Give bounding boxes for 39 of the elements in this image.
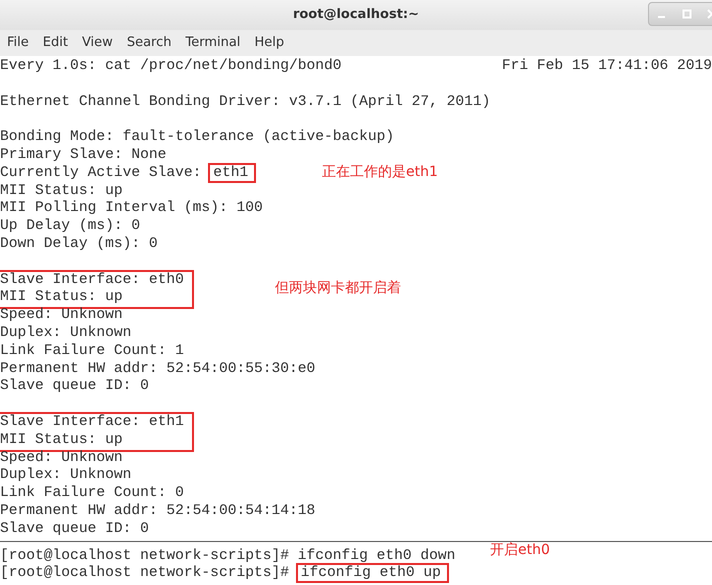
terminal-line: MII Status: up xyxy=(0,289,123,306)
terminal-line: [root@localhost network-scripts]# xyxy=(0,565,290,582)
menu-item[interactable]: Edit xyxy=(36,30,75,56)
annotation-note: 开启eth0 xyxy=(490,542,550,560)
highlighted-text: eth1 xyxy=(210,164,254,181)
terminal-line: Duplex: Unknown xyxy=(0,467,132,484)
terminal-line: MII Status: up xyxy=(0,432,123,448)
maximize-icon[interactable] xyxy=(682,9,692,19)
terminal-line: Down Delay (ms): 0 xyxy=(0,236,158,252)
terminal-line: Slave queue ID: 0 xyxy=(0,520,149,537)
terminal-line: Ethernet Channel Bonding Driver: v3.7.1 (April 27, 2011) xyxy=(0,94,490,110)
terminal-line: Currently Active Slave: xyxy=(0,164,202,181)
terminal-line: MII Polling Interval (ms): 100 xyxy=(0,200,263,216)
terminal-line: Slave Interface: eth1 xyxy=(0,414,184,430)
terminal-line: Every 1.0s: cat /proc/net/bonding/bond0 xyxy=(0,58,342,76)
terminal-line: Speed: Unknown xyxy=(0,450,123,466)
terminal-line: Slave queue ID: 0 xyxy=(0,378,149,394)
terminal-line: Duplex: Unknown xyxy=(0,324,132,341)
terminal-line: Link Failure Count: 0 xyxy=(0,485,184,502)
terminal-line: Bonding Mode: fault-tolerance (active-backup) xyxy=(0,129,394,146)
terminal-line: [root@localhost network-scripts]# ifconfig eth0 down xyxy=(0,548,456,564)
menu-item[interactable]: Terminal xyxy=(178,30,248,56)
terminal-line: Slave Interface: eth0 xyxy=(0,272,184,288)
terminal-line: Primary Slave: None xyxy=(0,146,166,163)
annotation-note: 但两块网卡都开启着 xyxy=(275,280,401,298)
menu-item[interactable]: View xyxy=(74,30,120,56)
terminal-line: Up Delay (ms): 0 xyxy=(0,218,140,234)
terminal-line: Link Failure Count: 1 xyxy=(0,342,184,359)
terminal-line: Speed: Unknown xyxy=(0,307,123,324)
menu-item[interactable]: File xyxy=(0,30,36,56)
annotation-note: 正在工作的是eth1 xyxy=(322,164,438,182)
terminal-line: Permanent HW addr: 52:54:00:54:14:18 xyxy=(0,502,316,519)
window-title: root@localhost:~ xyxy=(292,6,420,24)
menu-item[interactable]: Search xyxy=(120,30,178,56)
terminal-line: Permanent HW addr: 52:54:00:55:30:e0 xyxy=(0,360,316,377)
terminal-line: MII Status: up xyxy=(0,182,123,199)
timestamp: Fri Feb 15 17:41:06 2019 xyxy=(502,58,712,76)
highlighted-text: ifconfig eth0 up xyxy=(298,565,447,582)
menu-item[interactable]: Help xyxy=(247,30,292,56)
